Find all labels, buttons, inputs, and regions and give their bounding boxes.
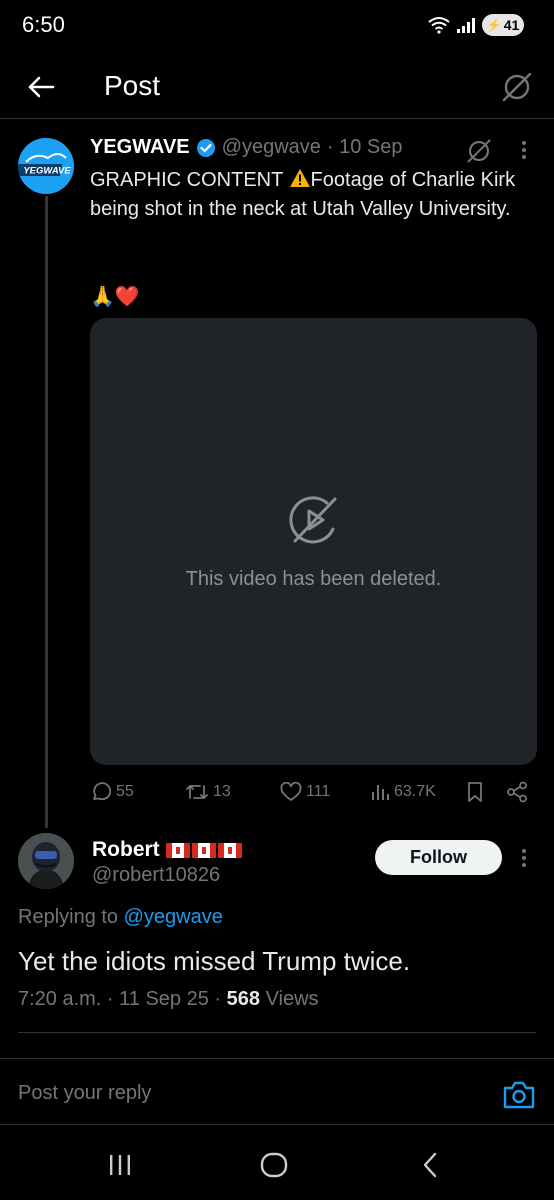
reply-author-handle[interactable]: @robert10826 xyxy=(92,864,220,887)
post-more-button[interactable] xyxy=(512,138,536,162)
header-divider xyxy=(0,118,554,119)
status-time: 6:50 xyxy=(22,12,65,37)
battery-level: 41 xyxy=(503,17,520,33)
status-icons: ⚡ 41 xyxy=(428,14,524,36)
post-text-label: GRAPHIC CONTENT xyxy=(90,169,289,191)
post-date: · 10 Sep xyxy=(326,136,403,158)
reply-input[interactable]: Post your reply xyxy=(18,1082,151,1105)
warning-icon xyxy=(289,169,310,187)
reply-text: Yet the idiots missed Trump twice. xyxy=(18,946,411,976)
home-button[interactable] xyxy=(254,1148,294,1182)
bookmark-icon xyxy=(468,782,482,802)
recent-apps-icon xyxy=(110,1155,130,1175)
page-title: Post xyxy=(104,70,161,101)
signal-icon xyxy=(457,18,475,33)
analytics-icon xyxy=(372,785,389,800)
follow-button[interactable]: Follow xyxy=(375,840,502,875)
system-back-button[interactable] xyxy=(410,1148,450,1182)
post-actions: 55 13 111 63.7K xyxy=(0,778,554,806)
share-icon xyxy=(507,781,527,803)
recent-apps-button[interactable] xyxy=(100,1148,140,1182)
author-name[interactable]: YEGWAVE xyxy=(90,136,190,159)
reply-button[interactable]: 55 xyxy=(90,778,134,806)
bookmark-button[interactable] xyxy=(466,778,484,806)
more-vertical-icon xyxy=(522,141,526,159)
reply-timestamp: 7:20 a.m. · 11 Sep 25 · xyxy=(18,988,227,1010)
back-button[interactable] xyxy=(22,68,60,106)
system-nav-bar xyxy=(0,1128,554,1200)
reply-count: 55 xyxy=(116,783,134,800)
battery-indicator: ⚡ 41 xyxy=(482,14,524,36)
avatar[interactable]: YEGWAVE xyxy=(18,138,74,194)
chevron-left-icon xyxy=(423,1152,437,1178)
grok-icon xyxy=(502,72,532,102)
reply-avatar[interactable] xyxy=(18,833,74,889)
grok-icon xyxy=(467,139,491,163)
battery-charging-icon: ⚡ xyxy=(486,18,502,32)
reply-views-count: 568 xyxy=(226,988,261,1010)
reply-more-button[interactable] xyxy=(512,846,536,870)
video-deleted-icon xyxy=(289,496,337,544)
replying-mention[interactable]: @yegwave xyxy=(124,906,223,928)
reply-meta: 7:20 a.m. · 11 Sep 25 · 568 Views xyxy=(18,988,319,1011)
share-button[interactable] xyxy=(506,778,528,806)
more-vertical-icon xyxy=(522,849,526,867)
repost-icon xyxy=(186,785,208,799)
yegwave-logo: YEGWAVE xyxy=(18,138,74,194)
views-button[interactable]: 63.7K xyxy=(370,778,436,806)
top-bar: Post xyxy=(0,56,554,118)
video-placeholder[interactable]: This video has been deleted. xyxy=(90,318,537,765)
heart-icon xyxy=(280,782,302,801)
back-arrow-icon xyxy=(28,76,55,98)
replying-to: Replying to @yegwave xyxy=(18,906,223,929)
like-button[interactable]: 111 xyxy=(280,778,330,806)
post-text: GRAPHIC CONTENT Footage of Charlie Kirk … xyxy=(90,166,520,224)
camera-icon[interactable] xyxy=(502,1080,536,1110)
post-emoji: 🙏❤️ xyxy=(90,286,140,308)
avatar-wordmark: YEGWAVE xyxy=(23,166,71,177)
repost-count: 13 xyxy=(213,783,231,800)
thread-line xyxy=(45,196,48,828)
home-icon xyxy=(260,1152,288,1178)
status-bar: 6:50 ⚡ 41 xyxy=(0,0,554,52)
helmet-avatar-image xyxy=(18,833,74,889)
compose-bottom-divider xyxy=(0,1124,554,1125)
canada-flag-icon xyxy=(165,842,190,858)
post-header: YEGWAVE @yegwave · 10 Sep xyxy=(90,136,403,159)
author-handle[interactable]: @yegwave xyxy=(222,136,321,159)
grok-button[interactable] xyxy=(498,68,536,106)
views-count: 63.7K xyxy=(394,783,436,800)
like-count: 111 xyxy=(306,783,331,800)
repost-button[interactable]: 13 xyxy=(185,778,231,806)
reply-author: Robert xyxy=(92,838,242,862)
replying-prefix: Replying to xyxy=(18,906,124,928)
canada-flag-icon xyxy=(217,842,242,858)
canada-flag-icon xyxy=(191,842,216,858)
verified-badge-icon xyxy=(196,138,215,157)
reply-views-label: Views xyxy=(260,988,319,1010)
video-deleted-message: This video has been deleted. xyxy=(185,568,442,590)
wifi-icon xyxy=(428,17,450,34)
compose-bar: Post your reply xyxy=(0,1058,554,1124)
meta-divider xyxy=(18,1032,536,1033)
reply-author-name[interactable]: Robert xyxy=(92,838,160,862)
grok-post-button[interactable] xyxy=(462,134,496,168)
reply-icon xyxy=(93,782,112,801)
